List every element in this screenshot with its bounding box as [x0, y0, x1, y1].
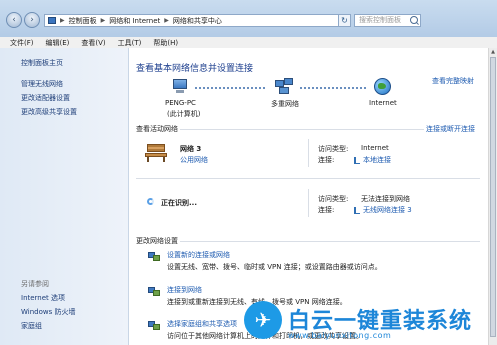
- breadcrumb-network-internet[interactable]: 网络和 Internet: [109, 16, 160, 26]
- internet-globe-icon: [374, 78, 391, 95]
- new-connection-icon: [148, 250, 160, 262]
- back-button[interactable]: ‹: [6, 12, 22, 28]
- connect-disconnect-link[interactable]: 连接或断开连接: [426, 124, 475, 134]
- sidebar-item-adapter-settings[interactable]: 更改适配器设置: [21, 93, 70, 103]
- chevron-right-icon: ▶: [100, 17, 106, 24]
- map-node-label: 多重网络: [271, 100, 299, 108]
- setup-connection-desc: 设置无线、宽带、拨号、临时或 VPN 连接；或设置路由器或访问点。: [167, 263, 382, 271]
- sidebar-item-advanced-sharing[interactable]: 更改高级共享设置: [21, 107, 77, 117]
- homegroup-sharing-link[interactable]: 选择家庭组和共享选项: [167, 319, 237, 329]
- menu-file[interactable]: 文件(F): [10, 38, 34, 48]
- scroll-up-icon[interactable]: ▲: [489, 48, 497, 56]
- change-settings-heading: 更改网络设置: [136, 237, 178, 245]
- divider: [308, 139, 309, 167]
- setup-connection-link[interactable]: 设置新的连接或网络: [167, 250, 230, 260]
- wired-connection-icon: [354, 156, 360, 164]
- refresh-button[interactable]: ↻: [338, 14, 351, 27]
- connection-label: 连接:: [318, 156, 335, 164]
- sidebar-item-windows-firewall[interactable]: Windows 防火墙: [21, 307, 75, 317]
- forward-button[interactable]: ›: [24, 12, 40, 28]
- network-name: 网络 3: [180, 145, 202, 153]
- address-bar[interactable]: ▶ 控制面板 ▶ 网络和 Internet ▶ 网络和共享中心 ▼: [44, 14, 350, 27]
- connect-network-icon: [148, 285, 160, 297]
- sidebar-item-manage-wireless[interactable]: 管理无线网络: [21, 79, 63, 89]
- chevron-right-icon: ▶: [164, 17, 169, 24]
- divider: [136, 178, 480, 179]
- connect-to-network-link[interactable]: 连接到网络: [167, 285, 202, 295]
- menu-view[interactable]: 查看(V): [81, 38, 105, 48]
- active-networks-heading: 查看活动网络: [136, 125, 178, 133]
- view-full-map-link[interactable]: 查看完整映射: [432, 76, 474, 86]
- map-node-label: PENG-PC: [165, 99, 196, 107]
- menu-help[interactable]: 帮助(H): [153, 38, 178, 48]
- watermark-url: www.baiyunxitong.com: [288, 331, 392, 340]
- sidebar-item-internet-options[interactable]: Internet 选项: [21, 293, 65, 303]
- scroll-thumb[interactable]: [490, 57, 496, 337]
- multiple-networks-icon: [275, 78, 295, 96]
- identifying-spinner-icon: [147, 198, 154, 205]
- connection-line: [195, 87, 267, 89]
- sidebar-item-control-panel-home[interactable]: 控制面板主页: [21, 58, 63, 68]
- wireless-signal-icon: [354, 206, 360, 214]
- computer-icon: [170, 79, 190, 95]
- sidebar-item-homegroup[interactable]: 家庭组: [21, 321, 42, 331]
- map-node-label: Internet: [369, 99, 397, 107]
- watermark-logo: ✈ 白云一键重装系统 www.baiyunxitong.com: [244, 301, 494, 345]
- search-icon[interactable]: [410, 16, 418, 24]
- map-node-sub: (此计算机): [167, 110, 201, 118]
- menu-edit[interactable]: 编辑(E): [46, 38, 70, 48]
- bird-logo-icon: ✈: [244, 301, 282, 339]
- menu-tools[interactable]: 工具(T): [118, 38, 142, 48]
- identifying-network-name: 正在识别...: [161, 199, 197, 207]
- control-panel-icon: [48, 17, 56, 24]
- access-type-value: 无法连接到网络: [361, 195, 410, 203]
- access-type-label: 访问类型:: [318, 145, 349, 153]
- public-network-bench-icon: [145, 144, 167, 162]
- page-title: 查看基本网络信息并设置连接: [136, 64, 254, 74]
- network-type-link[interactable]: 公用网络: [180, 155, 208, 165]
- connection-line: [300, 87, 368, 89]
- sidebar: 控制面板主页 管理无线网络 更改适配器设置 更改高级共享设置 另请参阅 Inte…: [0, 48, 129, 345]
- divider: [180, 129, 424, 130]
- window-titlebar: ‹ › ▶ 控制面板 ▶ 网络和 Internet ▶ 网络和共享中心 ▼ ↻ …: [0, 0, 497, 37]
- local-connection-link[interactable]: 本地连接: [354, 155, 391, 165]
- connection-label: 连接:: [318, 206, 335, 214]
- divider: [180, 241, 480, 242]
- divider: [308, 189, 309, 217]
- breadcrumb-sharing-center[interactable]: 网络和共享中心: [173, 16, 222, 26]
- chevron-right-icon: ▶: [60, 17, 65, 24]
- access-type-label: 访问类型:: [318, 195, 349, 203]
- access-type-value: Internet: [361, 144, 389, 152]
- homegroup-icon: [148, 319, 160, 331]
- wireless-connection-link[interactable]: 无线网络连接 3: [354, 205, 412, 215]
- see-also-heading: 另请参阅: [21, 280, 49, 288]
- breadcrumb-control-panel[interactable]: 控制面板: [69, 16, 97, 26]
